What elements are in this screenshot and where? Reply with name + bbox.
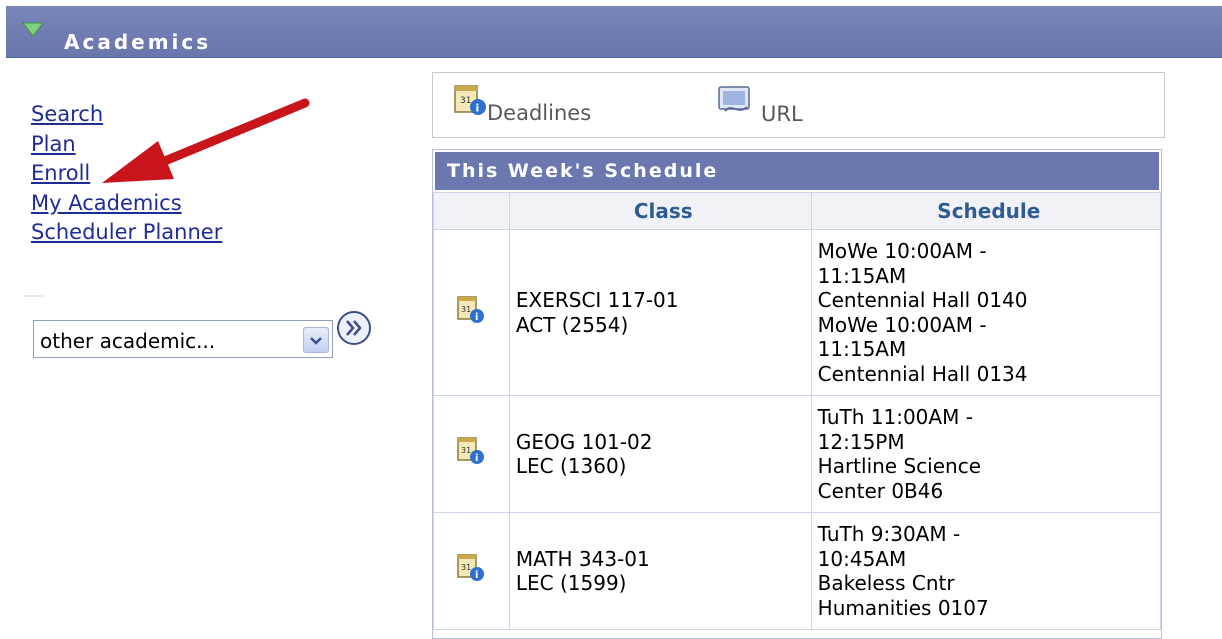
other-academic-select[interactable]: other academic...: [33, 320, 333, 358]
schedule-line: 10:45AM: [817, 546, 907, 571]
svg-text:i: i: [475, 312, 478, 323]
table-header-row: Class Schedule: [433, 192, 1162, 230]
svg-text:31: 31: [460, 96, 471, 106]
url-icon: [718, 86, 750, 112]
schedule-line: TuTh 9:30AM -: [817, 522, 961, 546]
table-row: 31 i GEOG 101-02 LEC (1360) TuTh 11:00AM…: [433, 395, 1162, 513]
schedule-line: Centennial Hall 0134: [817, 361, 1028, 386]
collapse-triangle-icon[interactable]: [22, 22, 44, 38]
schedule-line: Bakeless Cntr: [817, 571, 955, 595]
schedule-title: This Week's Schedule: [435, 152, 1159, 190]
schedule-line: 11:15AM: [817, 337, 907, 361]
deadlines-label: Deadlines: [487, 101, 592, 125]
class-code: MATH 343-01: [515, 546, 650, 571]
class-cell: GEOG 101-02 LEC (1360): [508, 395, 812, 513]
schedule-cell: MoWe 10:00AM - 11:15AM Centennial Hall 0…: [810, 229, 1162, 396]
table-row: 31 i EXERSCI 117-01 ACT (2554) MoWe 10:0…: [433, 229, 1162, 396]
class-column-header: Class: [508, 192, 812, 230]
section-header[interactable]: Academics: [6, 6, 1222, 58]
section-title: Academics: [64, 30, 212, 54]
schedule-line: Center 0B46: [817, 478, 944, 503]
svg-text:31: 31: [461, 305, 471, 314]
class-details-icon[interactable]: 31 i: [456, 295, 486, 325]
class-cell: MATH 343-01 LEC (1599): [508, 512, 812, 630]
class-section: LEC (1599): [515, 571, 627, 595]
chevron-down-icon: [310, 337, 322, 345]
select-value: other academic...: [40, 329, 216, 353]
schedule-line: MoWe 10:00AM -: [817, 239, 987, 263]
table-row: 31 i MATH 343-01 LEC (1599) TuTh 9:30AM …: [433, 512, 1162, 630]
schedule-line: 12:15PM: [817, 429, 905, 454]
url-label: URL: [761, 102, 803, 126]
academic-toolbar: 31 i Deadlines URL: [432, 72, 1165, 138]
class-detail-cell[interactable]: 31 i: [433, 395, 510, 513]
class-cell: EXERSCI 117-01 ACT (2554): [508, 229, 812, 396]
class-detail-cell[interactable]: 31 i: [433, 229, 510, 396]
class-details-icon[interactable]: 31 i: [456, 553, 486, 583]
svg-text:i: i: [476, 102, 480, 115]
schedule-line: TuTh 11:00AM -: [817, 405, 973, 429]
schedule-line: Hartline Science: [817, 454, 981, 478]
class-section: LEC (1360): [515, 454, 627, 478]
schedule-table: Class Schedule 31 i EXERSCI 117-01 ACT (…: [433, 192, 1162, 630]
svg-text:31: 31: [461, 446, 471, 455]
divider: [24, 295, 44, 297]
schedule-line: 11:15AM: [817, 263, 907, 288]
scheduler-planner-link[interactable]: Scheduler Planner: [31, 218, 222, 248]
schedule-column-header: Schedule: [810, 192, 1162, 230]
class-section: ACT (2554): [515, 312, 629, 337]
weekly-schedule-panel: This Week's Schedule Class Schedule 31 i…: [432, 149, 1162, 639]
schedule-line: MoWe 10:00AM -: [817, 312, 987, 337]
go-button-icon[interactable]: [336, 310, 372, 346]
schedule-line: Centennial Hall 0140: [817, 288, 1028, 312]
class-details-icon[interactable]: 31 i: [456, 436, 486, 466]
icon-column-header: [433, 192, 510, 230]
class-code: GEOG 101-02: [515, 429, 653, 454]
deadlines-icon: 31 i: [454, 85, 486, 115]
red-arrow-annotation: [102, 98, 310, 183]
svg-text:i: i: [475, 570, 478, 581]
dropdown-button[interactable]: [303, 327, 329, 353]
schedule-line: Humanities 0107: [817, 595, 989, 620]
schedule-cell: TuTh 9:30AM - 10:45AM Bakeless Cntr Huma…: [810, 512, 1162, 630]
svg-text:31: 31: [461, 563, 471, 572]
schedule-cell: TuTh 11:00AM - 12:15PM Hartline Science …: [810, 395, 1162, 513]
class-detail-cell[interactable]: 31 i: [433, 512, 510, 630]
class-code: EXERSCI 117-01: [515, 288, 679, 312]
svg-text:i: i: [475, 453, 478, 464]
